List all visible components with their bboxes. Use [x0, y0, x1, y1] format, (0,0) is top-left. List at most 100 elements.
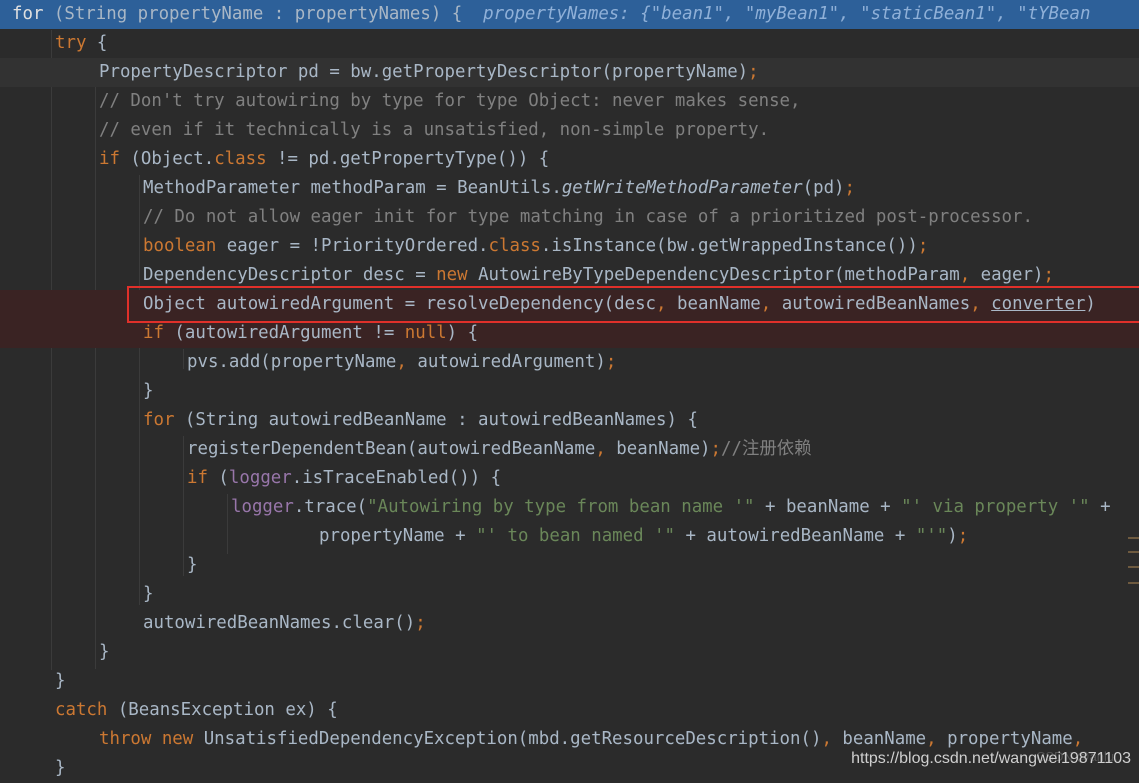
code-text: // Do not allow eager init for type matc…	[143, 203, 1033, 232]
comment-token: // even if it technically is a unsatisfi…	[99, 120, 770, 140]
code-token: }	[187, 555, 198, 575]
code-text: if (autowiredArgument != null) {	[143, 319, 478, 348]
keyword-token: boolean	[143, 236, 217, 256]
keyword-token: if	[143, 323, 164, 343]
code-token: (BeansException ex) {	[107, 700, 338, 720]
code-token: (String propertyName : propertyNames) {	[43, 4, 484, 24]
comment-token: // Don't try autowiring by type for type…	[99, 91, 801, 111]
code-token: propertyName	[936, 729, 1073, 749]
code-line-property-descriptor[interactable]: PropertyDescriptor pd = bw.getPropertyDe…	[0, 58, 1139, 87]
code-line-catch[interactable]: catch (BeansException ex) {	[0, 696, 1139, 725]
code-line-clear-names[interactable]: autowiredBeanNames.clear();	[0, 609, 1139, 638]
keyword-token: null	[404, 323, 447, 343]
code-token: .isTraceEnabled()) {	[291, 468, 502, 488]
code-token: }	[99, 642, 110, 662]
code-token: }	[55, 671, 66, 691]
keyword-token: class	[488, 236, 541, 256]
code-text: }	[55, 667, 65, 696]
code-text: logger.trace("Autowiring by type from be…	[231, 493, 1111, 522]
code-token: beanName)	[605, 439, 711, 459]
code-token: eager = !PriorityOrdered.	[216, 236, 489, 256]
code-token: }	[55, 758, 66, 778]
keyword-token: ;	[415, 613, 426, 633]
scrollbar-marker[interactable]	[1128, 566, 1139, 568]
code-token: .isInstance(bw.getWrappedInstance())	[540, 236, 918, 256]
code-text: }	[143, 580, 153, 609]
code-text: PropertyDescriptor pd = bw.getPropertyDe…	[99, 58, 759, 87]
code-token: logger	[231, 497, 294, 517]
code-token: MethodParameter methodParam = BeanUtils.	[143, 178, 562, 198]
keyword-token: throw new	[99, 729, 194, 749]
code-token: (autowiredArgument !=	[163, 323, 405, 343]
code-text: pvs.add(propertyName, autowiredArgument)…	[187, 348, 616, 377]
code-line-if-object-class[interactable]: if (Object.class != pd.getPropertyType()…	[0, 145, 1139, 174]
code-text: for (String propertyName : propertyNames…	[12, 0, 1090, 29]
code-line-comment-2[interactable]: // even if it technically is a unsatisfi…	[0, 116, 1139, 145]
scrollbar-marker[interactable]	[1128, 551, 1139, 553]
keyword-token: ;	[710, 439, 722, 459]
scrollbar-marker[interactable]	[1128, 537, 1139, 539]
code-editor[interactable]: for (String propertyName : propertyNames…	[0, 0, 1139, 778]
code-token: (pd)	[802, 178, 845, 198]
code-line-try[interactable]: try {	[0, 29, 1139, 58]
keyword-token: ,	[959, 265, 971, 285]
code-text: if (Object.class != pd.getPropertyType()…	[99, 145, 549, 174]
keyword-token: catch	[55, 700, 108, 720]
code-text: propertyName + "' to bean named '" + aut…	[319, 522, 968, 551]
code-text: // Don't try autowiring by type for type…	[99, 87, 801, 116]
code-line-close-try[interactable]: }	[0, 667, 1139, 696]
code-line-close-if[interactable]: }	[0, 377, 1139, 406]
code-token: }	[143, 584, 154, 604]
keyword-token: ,	[821, 729, 832, 749]
keyword-token: ;	[748, 62, 759, 82]
code-token: DependencyDescriptor desc =	[143, 265, 437, 285]
code-line-pvs-add[interactable]: pvs.add(propertyName, autowiredArgument)…	[0, 348, 1139, 377]
code-line-close-object-if[interactable]: }	[0, 638, 1139, 667]
keyword-token: ;	[957, 526, 969, 546]
code-token: + autowiredBeanName +	[675, 526, 916, 546]
code-token: registerDependentBean(autowiredBeanName	[187, 439, 596, 459]
scrollbar-marker[interactable]	[1128, 582, 1139, 584]
comment-token: //注册依赖	[721, 439, 812, 459]
keyword-token: for	[143, 410, 175, 430]
code-token: (String autowiredBeanName : autowiredBea…	[174, 410, 698, 430]
code-token: autowiredArgument)	[406, 352, 606, 372]
code-token: {	[86, 33, 108, 53]
code-text: for (String autowiredBeanName : autowire…	[143, 406, 698, 435]
code-text: }	[187, 551, 197, 580]
code-line-close-for[interactable]: }	[0, 580, 1139, 609]
code-line-close-trace-if[interactable]: }	[0, 551, 1139, 580]
code-text: }	[143, 377, 153, 406]
code-line-comment-1[interactable]: // Don't try autowiring by type for type…	[0, 87, 1139, 116]
code-line-register-dependent[interactable]: registerDependentBean(autowiredBeanName,…	[0, 435, 1139, 464]
keyword-token: ;	[917, 236, 929, 256]
code-text: autowiredBeanNames.clear();	[143, 609, 426, 638]
code-token: )	[947, 526, 958, 546]
keyword-token: for	[12, 4, 44, 24]
string-token: "' via property '"	[901, 497, 1090, 517]
code-line-boolean-eager[interactable]: boolean eager = !PriorityOrdered.class.i…	[0, 232, 1139, 261]
code-line-for-loop[interactable]: for (String propertyName : propertyNames…	[0, 0, 1139, 29]
code-token: propertyName +	[319, 526, 477, 546]
code-line-method-param[interactable]: MethodParameter methodParam = BeanUtils.…	[0, 174, 1139, 203]
code-token: +	[1089, 497, 1111, 517]
code-token: logger	[228, 468, 292, 488]
watermark: https://blog.csdn.net/wangwei19871103	[851, 750, 1131, 767]
code-text: boolean eager = !PriorityOrdered.class.i…	[143, 232, 928, 261]
code-token: + beanName +	[754, 497, 902, 517]
code-line-for-bean-names[interactable]: for (String autowiredBeanName : autowire…	[0, 406, 1139, 435]
code-text: MethodParameter methodParam = BeanUtils.…	[143, 174, 855, 203]
code-token: .trace(	[293, 497, 368, 517]
code-line-if-trace[interactable]: if (logger.isTraceEnabled()) {	[0, 464, 1139, 493]
code-token: beanName	[831, 729, 927, 749]
code-line-logger-trace[interactable]: logger.trace("Autowiring by type from be…	[0, 493, 1139, 522]
keyword-token: if	[99, 149, 120, 169]
keyword-token: new	[436, 265, 468, 285]
code-token: eager)	[970, 265, 1044, 285]
code-line-logger-trace-cont[interactable]: propertyName + "' to bean named '" + aut…	[0, 522, 1139, 551]
code-line-comment-3[interactable]: // Do not allow eager init for type matc…	[0, 203, 1139, 232]
code-text: // even if it technically is a unsatisfi…	[99, 116, 769, 145]
code-text: if (logger.isTraceEnabled()) {	[187, 464, 501, 493]
code-line-if-not-null[interactable]: if (autowiredArgument != null) {	[0, 319, 1139, 348]
keyword-token: if	[187, 468, 208, 488]
